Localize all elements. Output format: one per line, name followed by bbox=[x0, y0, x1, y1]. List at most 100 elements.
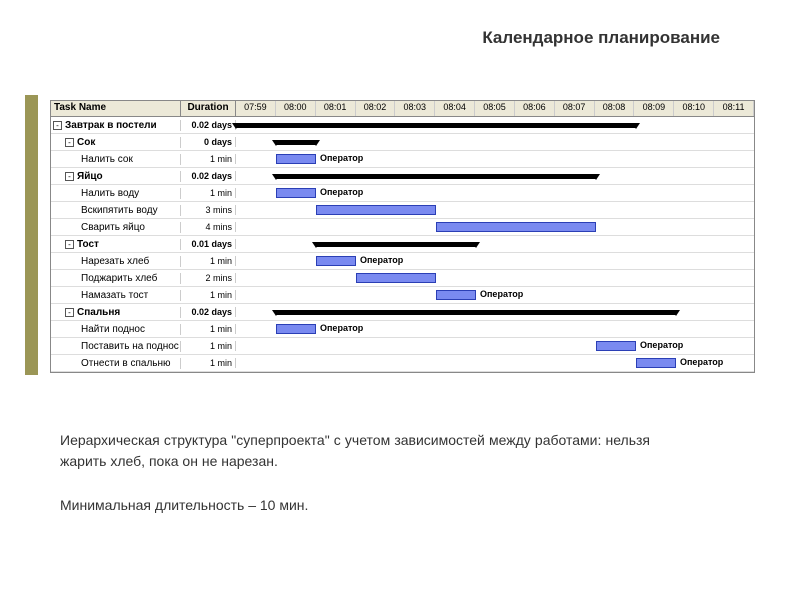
task-name-cell[interactable]: -Сок bbox=[51, 137, 181, 148]
gantt-bar-cell: Оператор bbox=[236, 253, 754, 269]
gantt-row: Налить сок1 minОператор bbox=[51, 151, 754, 168]
task-name-label: Намазать тост bbox=[81, 290, 148, 301]
task-name-cell[interactable]: Поджарить хлеб bbox=[51, 273, 181, 284]
duration-cell: 0.01 days bbox=[181, 239, 236, 249]
duration-cell: 1 min bbox=[181, 341, 236, 351]
timeline-tick: 08:06 bbox=[515, 101, 555, 116]
resource-label: Оператор bbox=[640, 340, 683, 350]
task-bar[interactable] bbox=[636, 358, 676, 368]
task-name-cell[interactable]: -Тост bbox=[51, 239, 181, 250]
gantt-row: Поставить на поднос1 min Оператор bbox=[51, 338, 754, 355]
timeline-tick: 08:09 bbox=[634, 101, 674, 116]
task-bar[interactable] bbox=[316, 256, 356, 266]
resource-label: Оператор bbox=[680, 357, 723, 367]
timeline-header: 07:5908:0008:0108:0208:0308:0408:0508:06… bbox=[236, 101, 754, 116]
col-header-task[interactable]: Task Name bbox=[51, 101, 181, 116]
task-bar[interactable] bbox=[436, 290, 476, 300]
col-header-duration[interactable]: Duration bbox=[181, 101, 236, 116]
gantt-bar-cell bbox=[236, 117, 754, 133]
task-name-cell[interactable]: Намазать тост bbox=[51, 290, 181, 301]
collapse-toggle[interactable]: - bbox=[53, 121, 62, 130]
timeline-tick: 08:11 bbox=[714, 101, 754, 116]
duration-cell: 0 days bbox=[181, 137, 236, 147]
timeline-tick: 08:02 bbox=[356, 101, 396, 116]
summary-bar[interactable] bbox=[236, 123, 636, 128]
timeline-tick: 07:59 bbox=[236, 101, 276, 116]
gantt-row: Отнести в спальню 1 min Оператор bbox=[51, 355, 754, 372]
task-name-cell[interactable]: Вскипятить воду bbox=[51, 205, 181, 216]
collapse-toggle[interactable]: - bbox=[65, 308, 74, 317]
task-name-cell[interactable]: -Завтрак в постели bbox=[51, 120, 181, 131]
duration-cell: 1 min bbox=[181, 290, 236, 300]
gantt-row: Найти поднос1 minОператор bbox=[51, 321, 754, 338]
collapse-toggle[interactable]: - bbox=[65, 240, 74, 249]
gantt-bar-cell: Оператор bbox=[236, 355, 754, 371]
gantt-bar-cell bbox=[236, 219, 754, 235]
timeline-tick: 08:10 bbox=[674, 101, 714, 116]
resource-label: Оператор bbox=[360, 255, 403, 265]
task-name-cell[interactable]: Отнести в спальню bbox=[51, 358, 181, 369]
task-name-cell[interactable]: Налить сок bbox=[51, 154, 181, 165]
task-name-label: Сварить яйцо bbox=[81, 222, 145, 233]
timeline-tick: 08:01 bbox=[316, 101, 356, 116]
duration-cell: 1 min bbox=[181, 188, 236, 198]
duration-cell: 0.02 days bbox=[181, 307, 236, 317]
task-name-cell[interactable]: Найти поднос bbox=[51, 324, 181, 335]
task-name-label: Отнести в спальню bbox=[81, 358, 171, 369]
gantt-row: -Спальня0.02 days bbox=[51, 304, 754, 321]
timeline-tick: 08:03 bbox=[395, 101, 435, 116]
collapse-toggle[interactable]: - bbox=[65, 138, 74, 147]
gantt-bar-cell bbox=[236, 168, 754, 184]
task-name-cell[interactable]: Налить воду bbox=[51, 188, 181, 199]
task-bar[interactable] bbox=[436, 222, 596, 232]
description-text-2: Минимальная длительность – 10 мин. bbox=[60, 495, 650, 516]
task-name-cell[interactable]: -Яйцо bbox=[51, 171, 181, 182]
task-bar[interactable] bbox=[316, 205, 436, 215]
duration-cell: 3 mins bbox=[181, 205, 236, 215]
summary-bar[interactable] bbox=[276, 310, 676, 315]
duration-cell: 1 min bbox=[181, 324, 236, 334]
task-bar[interactable] bbox=[276, 324, 316, 334]
gantt-row: Нарезать хлеб 1 min Оператор bbox=[51, 253, 754, 270]
task-name-label: Спальня bbox=[77, 307, 120, 318]
gantt-row: -Завтрак в постели0.02 days bbox=[51, 117, 754, 134]
task-name-cell[interactable]: Поставить на поднос bbox=[51, 341, 181, 352]
timeline-tick: 08:08 bbox=[595, 101, 635, 116]
summary-bar[interactable] bbox=[316, 242, 476, 247]
gantt-header: Task Name Duration 07:5908:0008:0108:020… bbox=[51, 101, 754, 117]
gantt-bar-cell: Оператор bbox=[236, 321, 754, 337]
gantt-row: Вскипятить воду3 mins bbox=[51, 202, 754, 219]
collapse-toggle[interactable]: - bbox=[65, 172, 74, 181]
gantt-bar-cell bbox=[236, 202, 754, 218]
duration-cell: 2 mins bbox=[181, 273, 236, 283]
resource-label: Оператор bbox=[480, 289, 523, 299]
accent-bar bbox=[25, 95, 38, 375]
summary-bar[interactable] bbox=[276, 140, 316, 145]
task-name-cell[interactable]: Сварить яйцо bbox=[51, 222, 181, 233]
task-name-label: Тост bbox=[77, 239, 99, 250]
gantt-bar-cell: Оператор bbox=[236, 338, 754, 354]
task-bar[interactable] bbox=[276, 188, 316, 198]
gantt-row: Поджарить хлеб 2 mins bbox=[51, 270, 754, 287]
gantt-bar-cell bbox=[236, 270, 754, 286]
description-text-1: Иерархическая структура "суперпроекта" с… bbox=[60, 430, 650, 472]
gantt-row: -Яйцо0.02 days bbox=[51, 168, 754, 185]
duration-cell: 1 min bbox=[181, 256, 236, 266]
task-name-cell[interactable]: Нарезать хлеб bbox=[51, 256, 181, 267]
summary-bar[interactable] bbox=[276, 174, 596, 179]
duration-cell: 1 min bbox=[181, 358, 236, 368]
task-name-label: Завтрак в постели bbox=[65, 120, 157, 131]
duration-cell: 1 min bbox=[181, 154, 236, 164]
task-bar[interactable] bbox=[596, 341, 636, 351]
gantt-chart: Task Name Duration 07:5908:0008:0108:020… bbox=[50, 100, 755, 373]
gantt-row: Намазать тост 1 min Оператор bbox=[51, 287, 754, 304]
duration-cell: 0.02 days bbox=[181, 120, 236, 130]
task-name-label: Поджарить хлеб bbox=[81, 273, 157, 284]
task-name-cell[interactable]: -Спальня bbox=[51, 307, 181, 318]
task-name-label: Поставить на поднос bbox=[81, 341, 179, 352]
task-bar[interactable] bbox=[356, 273, 436, 283]
task-bar[interactable] bbox=[276, 154, 316, 164]
gantt-row: -Тост0.01 days bbox=[51, 236, 754, 253]
task-name-label: Нарезать хлеб bbox=[81, 256, 149, 267]
gantt-bar-cell: Оператор bbox=[236, 287, 754, 303]
